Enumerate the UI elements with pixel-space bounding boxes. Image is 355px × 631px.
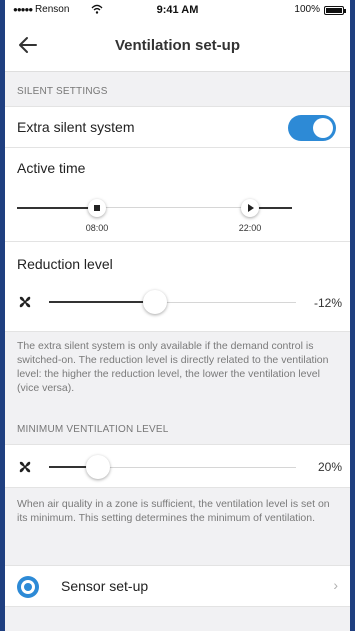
sensor-setup-label: Sensor set-up — [61, 578, 149, 594]
reduction-value: -12% — [313, 296, 342, 310]
active-time-start-handle[interactable] — [88, 199, 106, 217]
status-bar: ●●●●● Renson 9:41 AM 100% — [5, 0, 350, 20]
stop-icon — [94, 205, 100, 211]
silent-settings-header: SILENT SETTINGS — [17, 86, 108, 97]
active-time-track-middle — [97, 207, 247, 208]
extra-silent-row: Extra silent system — [5, 106, 350, 148]
reduction-level-row: Reduction level -12% — [5, 242, 350, 332]
sensor-setup-row[interactable]: Sensor set-up › — [5, 565, 350, 607]
active-time-track-left — [17, 207, 97, 209]
reduction-slider-thumb[interactable] — [143, 290, 168, 314]
chevron-right-icon: › — [333, 577, 338, 593]
minimum-ventilation-value: 20% — [317, 460, 342, 474]
navigation-bar: Ventilation set-up — [5, 20, 350, 72]
minimum-ventilation-slider-thumb[interactable] — [86, 455, 111, 479]
active-time-end-handle[interactable] — [241, 199, 259, 217]
extra-silent-toggle[interactable] — [288, 115, 336, 141]
active-time-start-label: 08:00 — [85, 223, 109, 233]
play-icon — [248, 204, 254, 212]
fan-icon — [19, 296, 31, 308]
active-time-row: Active time 08:00 22:00 — [5, 148, 350, 242]
minimum-ventilation-header: MINIMUM VENTILATION LEVEL — [17, 424, 169, 435]
active-time-end-label: 22:00 — [238, 223, 262, 233]
fan-icon — [19, 461, 31, 473]
minimum-ventilation-description: When air quality in a zone is sufficient… — [17, 498, 330, 524]
app-screen: ●●●●● Renson 9:41 AM 100% Ventilation se… — [5, 0, 350, 631]
page-title: Ventilation set-up — [114, 37, 240, 54]
minimum-ventilation-row: 20% — [5, 444, 350, 488]
reduction-level-label: Reduction level — [17, 256, 113, 272]
silent-description: The extra silent system is only availabl… — [17, 340, 329, 394]
battery-icon — [324, 6, 346, 15]
active-time-label: Active time — [17, 160, 86, 176]
reduction-track-fill — [49, 301, 156, 303]
extra-silent-label: Extra silent system — [17, 119, 135, 135]
sensor-icon — [17, 576, 39, 598]
battery-percent: 100% — [294, 4, 320, 15]
